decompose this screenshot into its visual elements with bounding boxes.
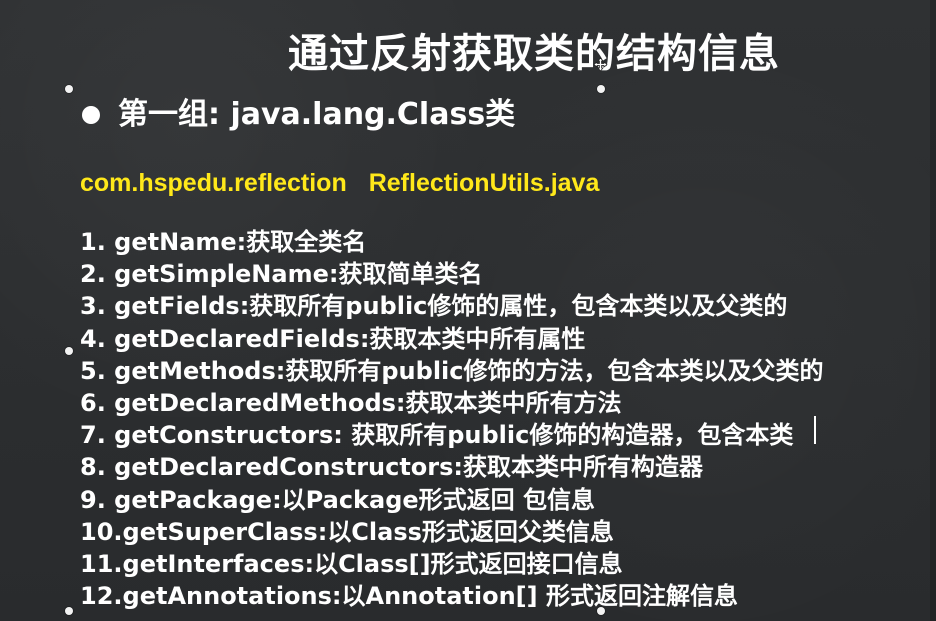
package-name: com.hspedu.reflection (80, 169, 347, 197)
resize-handle-top-left[interactable] (65, 85, 73, 93)
presentation-slide: 通过反射获取类的结构信息 第一组: java.lang.Class类 com.h… (0, 0, 936, 621)
method-list-item: 5. getMethods:获取所有public修饰的方法，包含本类以及父类的 (80, 356, 824, 385)
text-cursor (814, 416, 816, 444)
section-title: 第一组: java.lang.Class类 (118, 97, 516, 132)
method-list-item: 7. getConstructors: 获取所有public修饰的构造器，包含本… (80, 421, 794, 450)
method-list-item: 4. getDeclaredFields:获取本类中所有属性 (80, 324, 586, 353)
method-list-item: 2. getSimpleName:获取简单类名 (80, 260, 483, 289)
method-list: 1. getName:获取全类名 2. getSimpleName:获取简单类名… (80, 226, 824, 612)
resize-handle-bottom-left[interactable] (65, 607, 73, 615)
slide-title: 通过反射获取类的结构信息 (288, 31, 780, 77)
move-cursor-icon (593, 57, 608, 72)
method-list-item: 9. getPackage:以Package形式返回 包信息 (80, 485, 596, 514)
resize-handle-bottom-center[interactable] (597, 607, 605, 615)
file-name: ReflectionUtils.java (368, 169, 600, 197)
method-list-item: 1. getName:获取全类名 (80, 228, 367, 256)
resize-handle-top-center[interactable] (597, 85, 605, 93)
method-list-item: 8. getDeclaredConstructors:获取本类中所有构造器 (80, 453, 704, 482)
section-heading: 第一组: java.lang.Class类 (82, 94, 515, 136)
resize-handle-middle-left[interactable] (65, 347, 73, 355)
method-list-item: 3. getFields:获取所有public修饰的属性，包含本类以及父类的 (80, 292, 788, 321)
method-list-item: 6. getDeclaredMethods:获取本类中所有方法 (80, 388, 622, 417)
method-list-item: 11.getInterfaces:以Class[]形式返回接口信息 (80, 549, 623, 578)
right-edge-shadow (930, 0, 936, 621)
method-list-item: 12.getAnnotations:以Annotation[] 形式返回注解信息 (80, 582, 738, 611)
method-list-item: 10.getSuperClass:以Class形式返回父类信息 (80, 517, 614, 546)
bullet-icon (82, 106, 100, 124)
package-file-line: com.hspedu.reflection ReflectionUtils.jav… (80, 166, 599, 200)
